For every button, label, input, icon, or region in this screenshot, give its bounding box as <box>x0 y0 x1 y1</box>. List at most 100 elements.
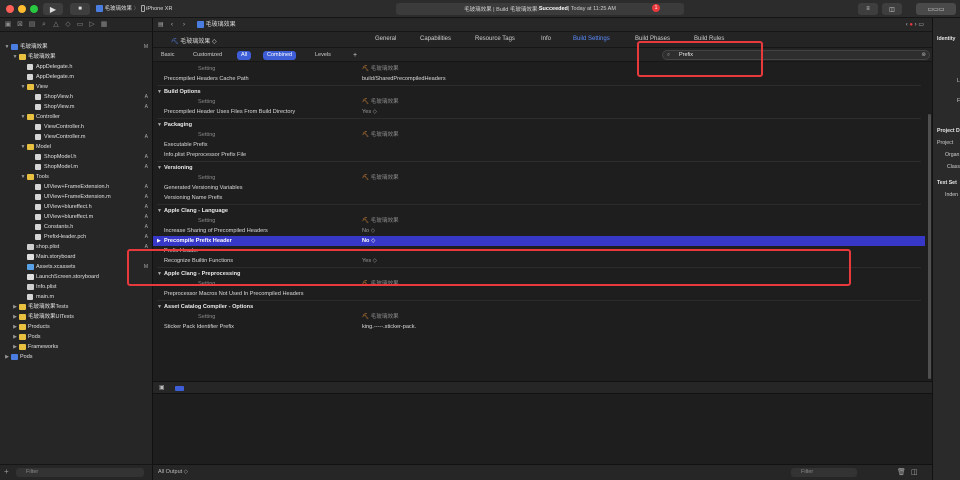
navigator-item[interactable]: AppDelegate.h <box>0 62 152 72</box>
disclosure-open-icon[interactable]: ▼ <box>157 206 162 216</box>
navigator-item[interactable]: ShopView.h A <box>0 92 152 102</box>
run-button[interactable]: ▶ <box>43 3 63 15</box>
clear-search-icon[interactable]: ⊗ <box>921 51 926 59</box>
navigator-item[interactable]: ▼ View <box>0 82 152 92</box>
navigator-item[interactable]: ShopModel.m A <box>0 162 152 172</box>
navigator-item[interactable]: ▶ Products <box>0 322 152 332</box>
jump-bar-controls[interactable]: ‹ ● › ▭ <box>906 18 924 32</box>
settings-section-header[interactable]: ▼ Asset Catalog Compiler - Options <box>153 302 925 312</box>
issue-badge[interactable]: 1 <box>652 4 660 12</box>
disclosure-open-icon[interactable]: ▼ <box>157 120 162 130</box>
navigator-item[interactable]: ▼ Model <box>0 142 152 152</box>
hide-debug-icon[interactable]: ▣ <box>159 384 165 391</box>
navigator-item[interactable]: ▼ 毛玻璃效果 <box>0 52 152 62</box>
filter-customized[interactable]: Customized <box>189 51 226 60</box>
navigator-item[interactable]: ▼ Tools <box>0 172 152 182</box>
filter-combined[interactable]: Combined <box>263 51 297 60</box>
setting-value[interactable]: Yes ◇ <box>362 107 377 117</box>
settings-section-header[interactable]: ▼ Versioning <box>153 163 925 173</box>
filter-all[interactable]: All <box>237 51 252 60</box>
disclosure-open-icon[interactable]: ▼ <box>20 172 26 182</box>
find-icon[interactable]: ⌕ <box>40 21 48 28</box>
close-window-button[interactable] <box>6 5 14 13</box>
navigator-item[interactable]: AppDelegate.m <box>0 72 152 82</box>
navigator-item[interactable]: UIView+FrameExtension.h A <box>0 182 152 192</box>
navigator-item[interactable]: UIView+blureffect.m A <box>0 212 152 222</box>
navigator-item[interactable]: UIView+blureffect.h A <box>0 202 152 212</box>
breadcrumb[interactable]: 毛玻璃效果 <box>197 18 236 32</box>
zoom-window-button[interactable] <box>30 5 38 13</box>
settings-section-header[interactable]: ▼ Packaging <box>153 120 925 130</box>
setting-value[interactable]: king.-----.sticker-pack. <box>362 322 416 332</box>
issue-icon[interactable]: △ <box>52 21 60 28</box>
navigator-item[interactable]: ▼ Controller <box>0 112 152 122</box>
build-setting-row[interactable]: Precompiled Header Uses Files From Build… <box>153 107 925 117</box>
navigator-item[interactable]: ShopView.m A <box>0 102 152 112</box>
disclosure-open-icon[interactable]: ▼ <box>4 42 10 52</box>
forward-icon[interactable]: › <box>183 18 185 32</box>
panel-toggle-buttons[interactable]: ▭▭▭ <box>916 3 956 15</box>
report-icon[interactable]: ▦ <box>100 21 108 28</box>
tab-capabilities[interactable]: Capabilities <box>420 36 451 42</box>
standard-editor-button[interactable]: ≡ <box>858 3 878 15</box>
disclosure-closed-icon[interactable]: ▶ <box>4 352 10 362</box>
console-filter-input[interactable]: Filter <box>791 468 857 477</box>
disclosure-closed-icon[interactable]: ▶ <box>12 322 18 332</box>
navigator-item[interactable]: ViewController.h <box>0 122 152 132</box>
build-setting-row[interactable]: Generated Versioning Variables <box>153 183 925 193</box>
navigator-filter-input[interactable]: Filter <box>16 468 144 477</box>
minimize-window-button[interactable] <box>18 5 26 13</box>
debug-icon[interactable]: ▭ <box>76 21 84 28</box>
tab-resource-tags[interactable]: Resource Tags <box>475 36 515 42</box>
navigator-item[interactable]: ▶ Pods <box>0 352 152 362</box>
disclosure-open-icon[interactable]: ▼ <box>157 87 162 97</box>
navigator-item[interactable]: ViewController.m A <box>0 132 152 142</box>
stop-button[interactable]: ■ <box>70 3 90 15</box>
sidebar-toggle-icon[interactable]: ▤ <box>158 18 164 32</box>
tab-info[interactable]: Info <box>541 36 551 42</box>
tab-build-settings[interactable]: Build Settings <box>573 36 610 42</box>
console-area[interactable] <box>153 394 932 464</box>
test-icon[interactable]: ◇ <box>64 21 72 28</box>
setting-value[interactable]: No ◇ <box>362 226 375 236</box>
back-icon[interactable]: ‹ <box>171 18 173 32</box>
split-console-icon[interactable]: ◫ <box>911 468 918 476</box>
disclosure-open-icon[interactable]: ▼ <box>157 163 162 173</box>
navigator-item[interactable]: ▶ Pods <box>0 332 152 342</box>
assistant-editor-button[interactable]: ◫ <box>882 3 902 15</box>
source-control-icon[interactable]: ⊠ <box>16 21 24 28</box>
disclosure-closed-icon[interactable]: ▶ <box>12 302 18 312</box>
setting-value[interactable]: No ◇ <box>362 236 375 246</box>
build-setting-row[interactable]: Sticker Pack Identifier Prefix king.-----… <box>153 322 925 332</box>
navigator-item[interactable]: ▶ 毛玻璃效果UITests <box>0 312 152 322</box>
build-setting-row[interactable]: Preprocessor Macros Not Used In Precompi… <box>153 289 925 299</box>
navigator-item[interactable]: PrefixHeader.pch A <box>0 232 152 242</box>
build-setting-row[interactable]: Versioning Name Prefix <box>153 193 925 203</box>
scheme-selector[interactable]: 毛玻璃效果 〉 iPhone XR <box>96 3 172 15</box>
navigator-item[interactable]: UIView+FrameExtension.m A <box>0 192 152 202</box>
filter-levels[interactable]: Levels <box>311 51 335 60</box>
folder-icon[interactable]: ▣ <box>4 21 12 28</box>
settings-section-header[interactable]: ▼ Apple Clang - Language <box>153 206 925 216</box>
target-selector[interactable]: ⛏ 毛玻璃效果 ◇ <box>171 36 217 45</box>
trash-icon[interactable]: 🗑 <box>897 468 906 476</box>
disclosure-open-icon[interactable]: ▼ <box>20 112 26 122</box>
navigator-item[interactable]: ShopModel.h A <box>0 152 152 162</box>
navigator-item[interactable]: ▶ Frameworks <box>0 342 152 352</box>
build-setting-row[interactable]: Info.plist Preprocessor Prefix File <box>153 150 925 160</box>
build-setting-row[interactable]: Executable Prefix <box>153 140 925 150</box>
disclosure-open-icon[interactable]: ▼ <box>20 82 26 92</box>
breakpoint-icon[interactable]: ▷ <box>88 21 96 28</box>
build-setting-row[interactable]: Increase Sharing of Precompiled Headers N… <box>153 226 925 236</box>
build-setting-row[interactable]: ▶ Precompile Prefix Header No ◇ <box>153 236 925 246</box>
symbol-icon[interactable]: ▤ <box>28 21 36 28</box>
output-selector[interactable]: All Output ◇ <box>158 469 188 475</box>
navigator-item[interactable]: main.m <box>0 292 152 302</box>
navigator-item[interactable]: Constants.h A <box>0 222 152 232</box>
breakpoints-toggle-icon[interactable] <box>175 386 184 391</box>
build-setting-row[interactable]: Precompiled Headers Cache Path build/Shar… <box>153 74 925 84</box>
setting-value[interactable]: build/SharedPrecompiledHeaders <box>362 74 446 84</box>
disclosure-open-icon[interactable]: ▼ <box>157 302 162 312</box>
disclosure-closed-icon[interactable]: ▶ <box>12 312 18 322</box>
disclosure-closed-icon[interactable]: ▶ <box>12 342 18 352</box>
